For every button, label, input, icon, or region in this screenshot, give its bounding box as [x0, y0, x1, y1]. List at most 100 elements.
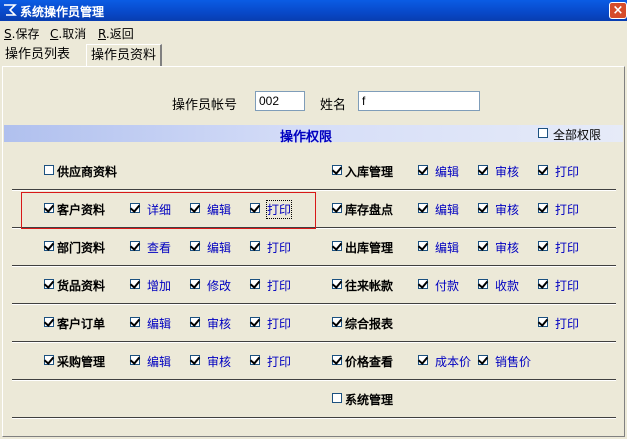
module-checkbox[interactable]: [44, 355, 54, 365]
module-label: 部门资料: [57, 241, 106, 255]
permission-checkbox[interactable]: [190, 355, 200, 365]
title-bar: 系统操作员管理 ×: [0, 0, 627, 21]
module-label: 价格查看: [345, 355, 394, 369]
permission-checkbox[interactable]: [418, 241, 428, 251]
permission-label: 编辑: [435, 241, 460, 255]
permission-checkbox[interactable]: [538, 279, 548, 289]
permission-section-title: 操作权限: [280, 130, 333, 145]
row-divider: [12, 417, 616, 419]
permission-checkbox[interactable]: [478, 241, 488, 251]
permission-label: 销售价: [495, 355, 532, 369]
permission-checkbox[interactable]: [250, 317, 260, 327]
app-icon: [4, 4, 17, 16]
permission-checkbox[interactable]: [190, 317, 200, 327]
permission-label: 审核: [207, 317, 232, 331]
permission-label: 编辑: [435, 165, 460, 179]
permission-checkbox[interactable]: [130, 317, 140, 327]
permission-checkbox[interactable]: [130, 279, 140, 289]
permission-checkbox[interactable]: [538, 317, 548, 327]
row-divider: [12, 379, 616, 381]
module-label: 供应商资料: [57, 165, 118, 179]
permission-checkbox[interactable]: [250, 355, 260, 365]
row-divider: [12, 303, 616, 305]
permission-label: 编辑: [435, 203, 460, 217]
permission-checkbox[interactable]: [250, 241, 260, 251]
module-label: 系统管理: [345, 393, 394, 407]
module-checkbox[interactable]: [332, 203, 342, 213]
module-checkbox[interactable]: [332, 165, 342, 175]
name-label: 姓名: [320, 98, 347, 113]
permission-checkbox[interactable]: [478, 165, 488, 175]
menu-return[interactable]: R.返回: [98, 25, 134, 42]
permission-checkbox[interactable]: [418, 165, 428, 175]
permission-label: 打印: [555, 241, 580, 255]
permission-label: 打印: [267, 279, 292, 293]
permission-label: 打印: [555, 317, 580, 331]
permission-label: 打印: [267, 317, 292, 331]
permission-label: 编辑: [207, 241, 232, 255]
permission-label: 编辑: [147, 317, 172, 331]
permission-checkbox[interactable]: [130, 355, 140, 365]
permission-checkbox[interactable]: [478, 355, 488, 365]
all-permissions-label: 全部权限: [553, 128, 602, 142]
module-checkbox[interactable]: [44, 317, 54, 327]
module-checkbox[interactable]: [332, 393, 342, 403]
permission-label: 打印: [555, 165, 580, 179]
permission-checkbox[interactable]: [538, 241, 548, 251]
module-label: 出库管理: [345, 241, 394, 255]
module-label: 客户订单: [57, 317, 106, 331]
permission-label: 审核: [495, 203, 520, 217]
tab-operator-info[interactable]: 操作员资料: [86, 44, 163, 66]
module-checkbox[interactable]: [332, 241, 342, 251]
permission-label: 增加: [147, 279, 172, 293]
permission-label: 编辑: [147, 355, 172, 369]
permission-checkbox[interactable]: [130, 241, 140, 251]
menu-save[interactable]: S.保存: [4, 25, 39, 42]
permission-label: 审核: [207, 355, 232, 369]
module-checkbox[interactable]: [44, 241, 54, 251]
account-input[interactable]: [255, 91, 305, 111]
tab-bar: 操作员列表 操作员资料: [0, 42, 627, 66]
module-label: 综合报表: [345, 317, 394, 331]
tab-operator-list[interactable]: 操作员列表: [1, 44, 74, 65]
permission-checkbox[interactable]: [190, 241, 200, 251]
permission-label: 打印: [267, 241, 292, 255]
account-label: 操作员帐号: [172, 98, 238, 113]
permission-checkbox[interactable]: [250, 279, 260, 289]
module-checkbox[interactable]: [332, 279, 342, 289]
permission-label: 查看: [147, 241, 172, 255]
window-title: 系统操作员管理: [20, 5, 105, 19]
permission-checkbox[interactable]: [418, 355, 428, 365]
permission-checkbox[interactable]: [418, 279, 428, 289]
module-label: 货品资料: [57, 279, 106, 293]
name-input[interactable]: [358, 91, 480, 111]
menu-cancel[interactable]: C.取消: [50, 25, 86, 42]
permission-checkbox[interactable]: [478, 279, 488, 289]
permission-checkbox[interactable]: [418, 203, 428, 213]
highlight-box: [21, 192, 316, 229]
permission-checkbox[interactable]: [478, 203, 488, 213]
permission-label: 收款: [495, 279, 520, 293]
close-icon[interactable]: ×: [609, 2, 627, 19]
permission-label: 打印: [555, 279, 580, 293]
checkbox-box: [538, 128, 548, 138]
permission-label: 修改: [207, 279, 232, 293]
permission-label: 打印: [267, 355, 292, 369]
module-label: 采购管理: [57, 355, 106, 369]
permission-label: 审核: [495, 165, 520, 179]
module-label: 往来帐款: [345, 279, 394, 293]
module-checkbox[interactable]: [332, 317, 342, 327]
module-checkbox[interactable]: [332, 355, 342, 365]
module-checkbox[interactable]: [44, 279, 54, 289]
row-divider: [12, 341, 616, 343]
permission-checkbox[interactable]: [538, 165, 548, 175]
row-divider: [12, 189, 616, 191]
module-checkbox[interactable]: [44, 165, 54, 175]
row-divider: [12, 265, 616, 267]
permission-checkbox[interactable]: [190, 279, 200, 289]
permission-checkbox[interactable]: [538, 203, 548, 213]
permission-label: 审核: [495, 241, 520, 255]
module-label: 入库管理: [345, 165, 394, 179]
module-label: 库存盘点: [345, 203, 394, 217]
permission-label: 付款: [435, 279, 460, 293]
